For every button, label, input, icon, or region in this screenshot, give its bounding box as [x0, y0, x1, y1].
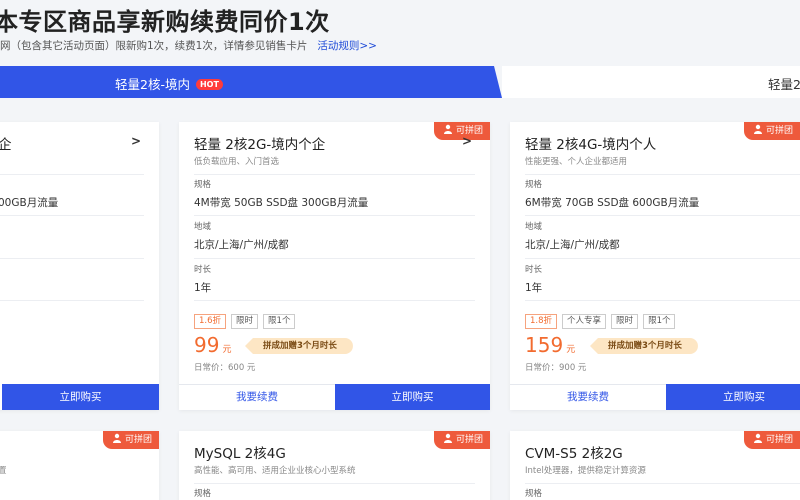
group-buy-badge: 可拼团 — [433, 431, 490, 449]
product-card: 企 > 00GB月流量 立即购买 — [0, 122, 159, 410]
divider — [194, 215, 475, 216]
subtitle-text: 网（包含其它活动页面）限新购1次，续费1次，详情参见销售卡片 — [0, 40, 308, 52]
region-value: 北京/上海/广州/成都 — [525, 239, 620, 251]
price: 159 元 — [525, 333, 575, 357]
tag: 限1个 — [263, 314, 296, 329]
price-value: 99 — [194, 333, 220, 357]
hot-badge: HOT — [195, 79, 223, 90]
divider — [525, 215, 800, 216]
product-card: 可拼团 CVM-S5 2核2G Intel处理器，提供稳定计算资源 规格 — [510, 431, 800, 500]
card-description: 置 — [0, 466, 7, 476]
chevron-right-icon[interactable]: > — [462, 134, 472, 148]
region-value: 北京/上海/广州/成都 — [194, 239, 289, 251]
promo-ribbon: 拼成加赠3个月时长 — [590, 338, 698, 354]
discount-tag: 1.8折 — [525, 314, 558, 329]
divider — [0, 215, 144, 216]
discount-tag: 1.6折 — [194, 314, 227, 329]
original-price: 日常价：900 元 — [525, 363, 587, 373]
person-icon — [443, 124, 452, 134]
tag-list: 1.6折 限时 限1个 — [194, 314, 300, 329]
spec-label: 规格 — [194, 489, 212, 499]
product-card: 可拼团 MySQL 2核4G 高性能、高可用、适用企业业核心小型系统 规格 — [179, 431, 490, 500]
divider — [194, 483, 475, 484]
group-buy-badge: 可拼团 — [743, 122, 800, 140]
card-title: MySQL 2核4G — [194, 446, 286, 462]
page-subtitle: 网（包含其它活动页面）限新购1次，续费1次，详情参见销售卡片 活动规则>> — [0, 38, 377, 53]
card-description: 低负载应用、入门首选 — [194, 157, 280, 167]
product-card: 可拼团 轻量 2核2G-境内个企 > 低负载应用、入门首选 规格 4M带宽 50… — [179, 122, 490, 410]
buy-button[interactable]: 立即购买 — [335, 384, 490, 410]
rules-link[interactable]: 活动规则>> — [317, 40, 377, 52]
card-description: 高性能、高可用、适用企业业核心小型系统 — [194, 466, 356, 476]
buy-button[interactable]: 立即购买 — [2, 384, 159, 410]
duration-label: 时长 — [525, 265, 543, 275]
card-title: CVM-S5 2核2G — [525, 446, 623, 462]
spec-label: 规格 — [525, 180, 543, 190]
region-label: 地域 — [525, 222, 543, 232]
divider — [0, 300, 144, 301]
price-unit: 元 — [566, 345, 576, 355]
divider — [0, 174, 144, 175]
price-unit: 元 — [222, 345, 232, 355]
duration-label: 时长 — [194, 265, 212, 275]
tab-label: 轻量2 — [768, 77, 800, 92]
product-card: 可拼团 置 — [0, 431, 159, 500]
person-icon — [112, 433, 121, 443]
group-buy-badge: 可拼团 — [743, 431, 800, 449]
duration-value: 1年 — [525, 282, 543, 294]
divider — [525, 300, 800, 301]
divider — [525, 174, 800, 175]
product-tabs: 轻量2核-境内 HOT 轻量2 — [0, 66, 800, 98]
spec-label: 规格 — [194, 180, 212, 190]
tab-label: 轻量2核-境内 HOT — [115, 74, 223, 93]
spec-label: 规格 — [525, 489, 543, 499]
group-buy-badge: 可拼团 — [102, 431, 159, 449]
card-title: 企 — [0, 137, 12, 153]
tag: 个人专享 — [562, 314, 607, 329]
promo-ribbon: 拼成加赠3个月时长 — [245, 338, 353, 354]
person-icon — [753, 433, 762, 443]
card-title: 轻量 2核4G-境内个人 — [525, 137, 657, 153]
divider — [525, 483, 800, 484]
card-title: 轻量 2核2G-境内个企 — [194, 137, 326, 153]
divider — [194, 258, 475, 259]
tab-light-2core-domestic[interactable]: 轻量2核-境内 HOT — [0, 66, 502, 98]
product-card: 可拼团 轻量 2核4G-境内个人 性能更强、个人企业都适用 规格 6M带宽 70… — [510, 122, 800, 410]
buy-button[interactable]: 立即购买 — [666, 384, 800, 410]
card-description: Intel处理器，提供稳定计算资源 — [525, 466, 646, 476]
divider — [0, 258, 144, 259]
price-value: 159 — [525, 333, 564, 357]
divider — [194, 174, 475, 175]
tag: 限1个 — [643, 314, 676, 329]
tab-light-2core-other[interactable]: 轻量2 — [502, 66, 800, 98]
renew-button[interactable]: 我要续费 — [510, 384, 666, 410]
original-price: 日常价：600 元 — [194, 363, 256, 373]
divider — [194, 300, 475, 301]
spec-value: 4M带宽 50GB SSD盘 300GB月流量 — [194, 197, 369, 209]
spec-value: 00GB月流量 — [0, 197, 59, 209]
page-title: 本专区商品享新购续费同价1次 — [0, 8, 330, 36]
chevron-right-icon[interactable]: > — [131, 134, 141, 148]
tag: 限时 — [611, 314, 639, 329]
divider — [525, 258, 800, 259]
renew-button[interactable]: 我要续费 — [179, 384, 335, 410]
person-icon — [753, 124, 762, 134]
person-icon — [443, 433, 452, 443]
tag-list: 1.8折 个人专享 限时 限1个 — [525, 314, 680, 329]
duration-value: 1年 — [194, 282, 212, 294]
tag: 限时 — [231, 314, 259, 329]
page-header: 本专区商品享新购续费同价1次 网（包含其它活动页面）限新购1次，续费1次，详情参… — [0, 0, 800, 66]
region-label: 地域 — [194, 222, 212, 232]
spec-value: 6M带宽 70GB SSD盘 600GB月流量 — [525, 197, 700, 209]
price: 99 元 — [194, 333, 231, 357]
card-description: 性能更强、个人企业都适用 — [525, 157, 628, 167]
